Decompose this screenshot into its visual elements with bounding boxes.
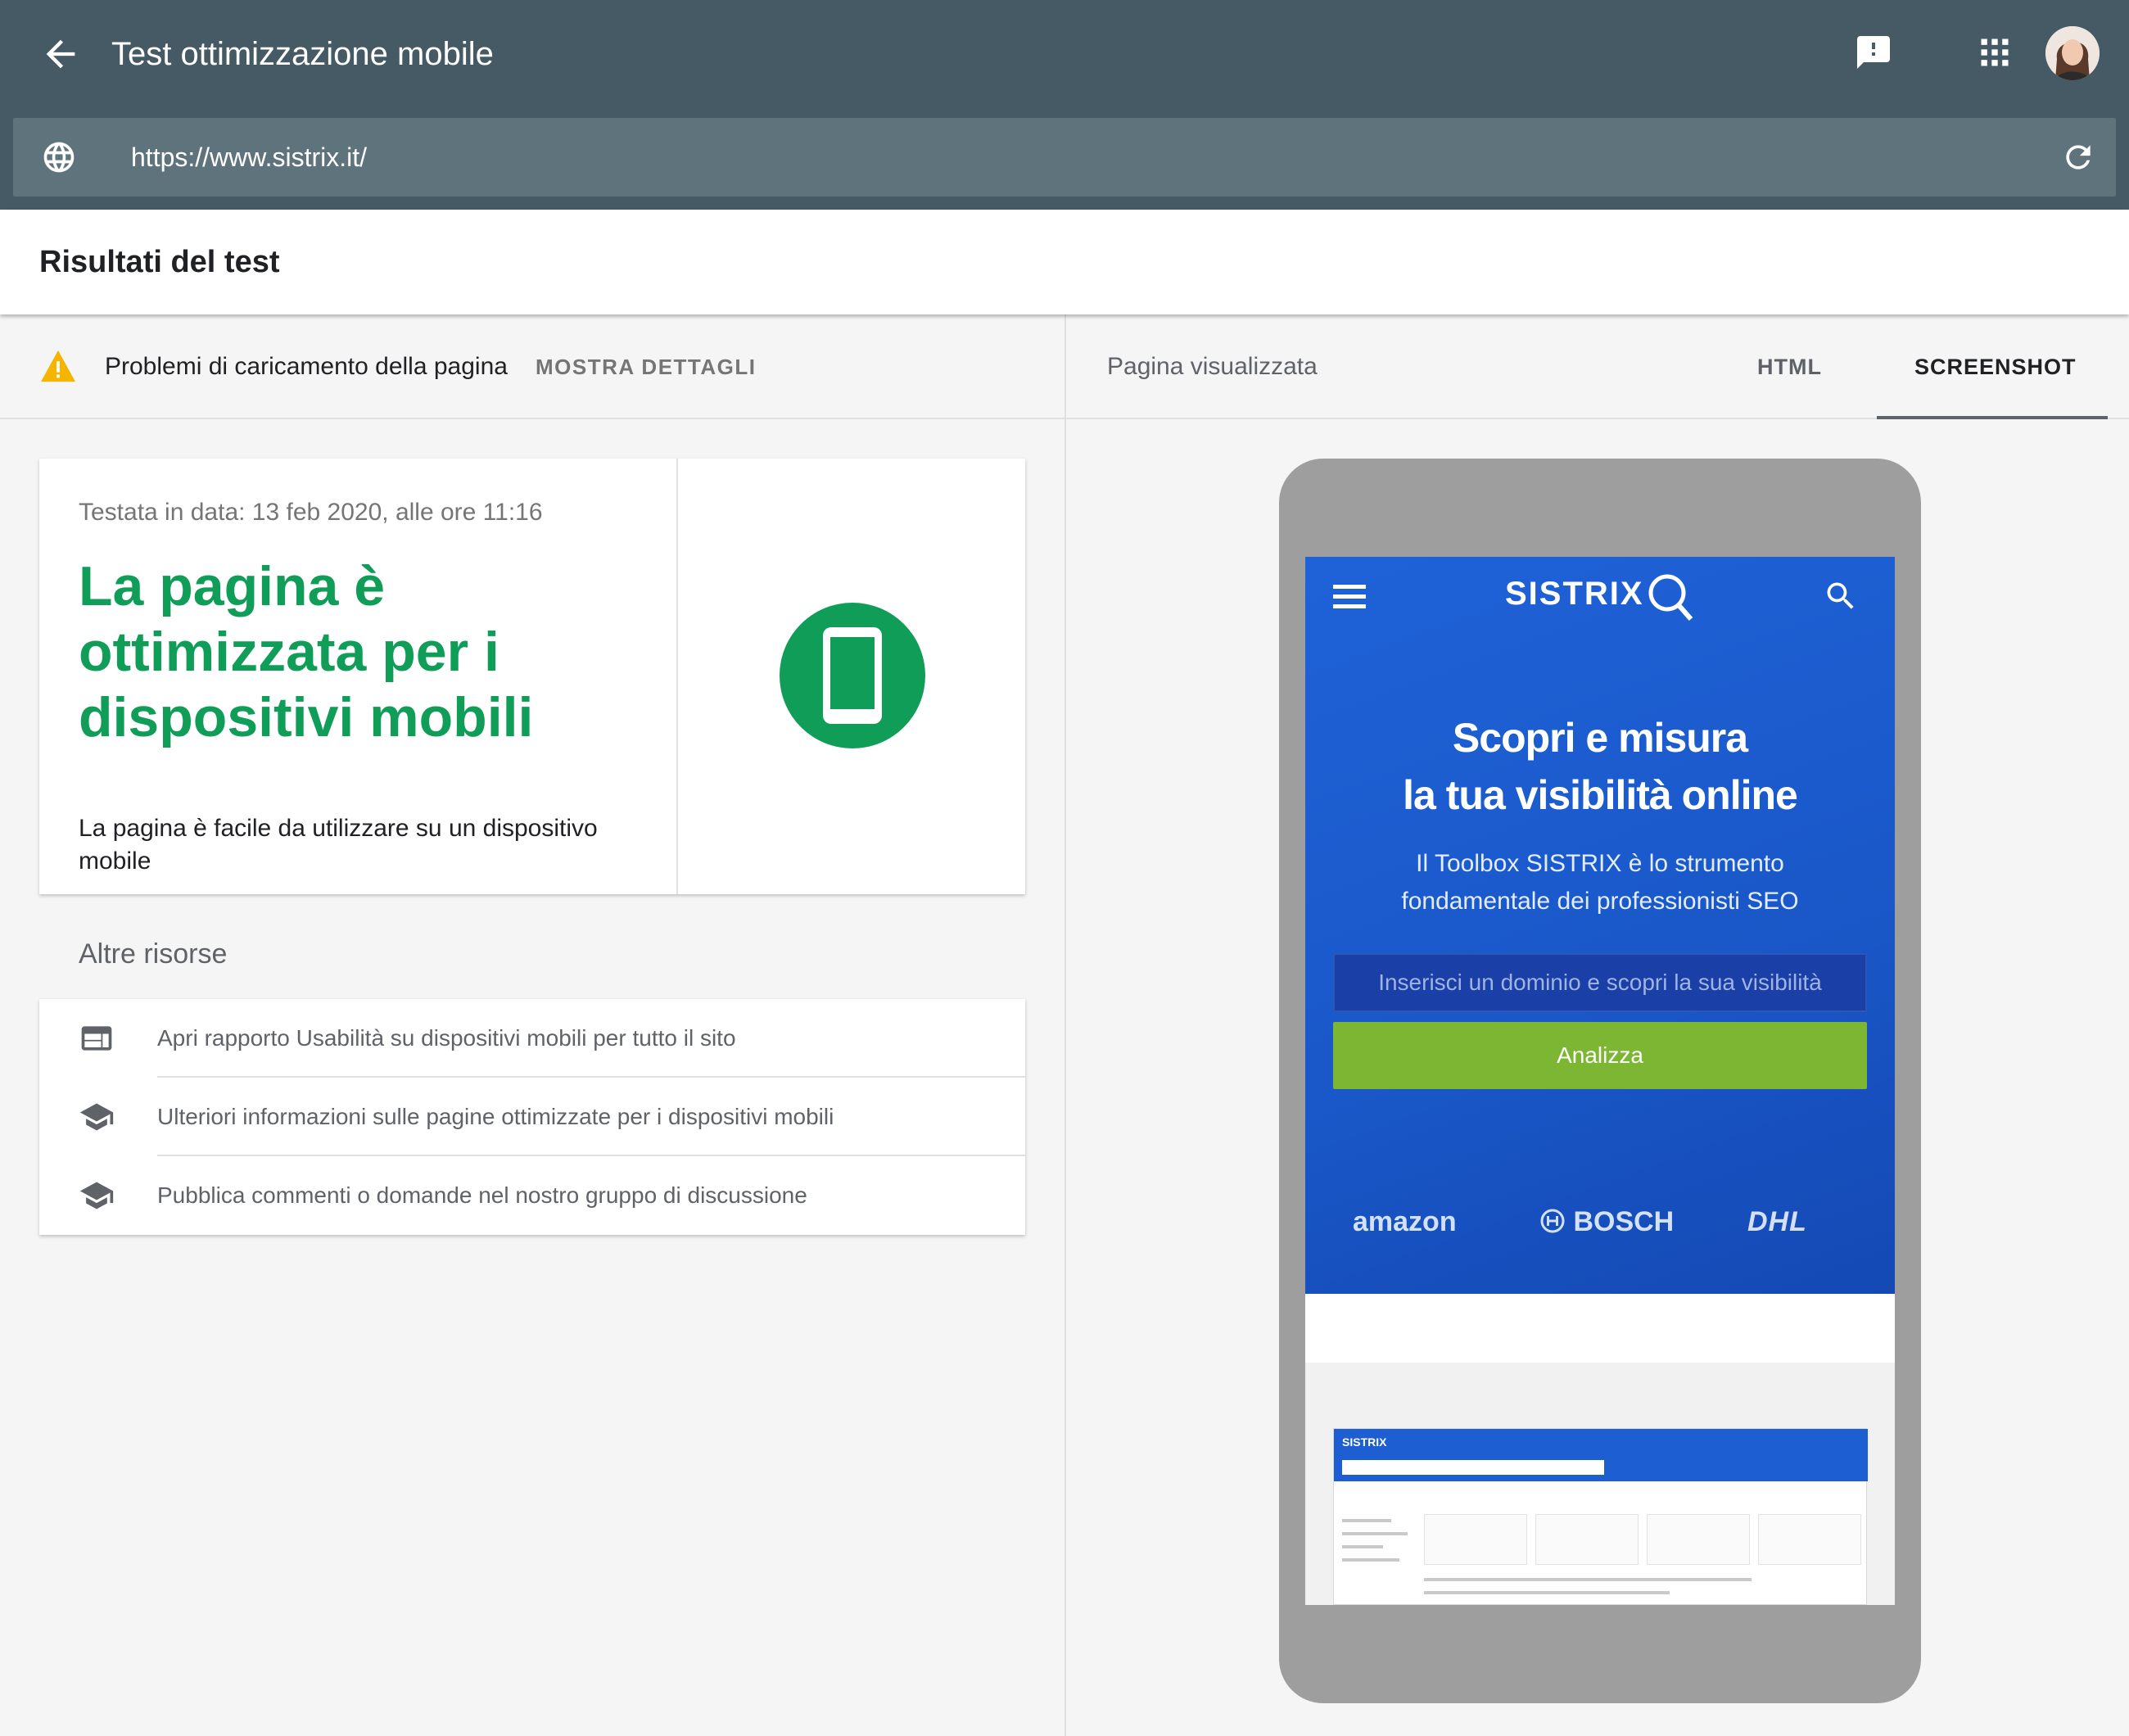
list-item-label[interactable]: Apri rapporto Usabilità su dispositivi m…	[157, 1020, 736, 1056]
left-panel: Problemi di caricamento della pagina MOS…	[0, 314, 1064, 1736]
toolbox-preview: SISTRIX	[1333, 1428, 1868, 1605]
amazon-logo: amazon	[1353, 1206, 1457, 1237]
hamburger-menu-icon	[1333, 585, 1366, 608]
list-item[interactable]: Apri rapporto Usabilità su dispositivi m…	[39, 999, 1025, 1078]
web-report-icon	[81, 1026, 112, 1051]
bosch-logo: BOSCH	[1539, 1205, 1674, 1238]
avatar[interactable]	[2045, 26, 2100, 80]
phone-screenshot: SISTRIX Scopri e misura la tua visibilit…	[1305, 557, 1895, 1605]
user-avatar-icon	[2045, 26, 2100, 80]
preview-search	[1342, 1460, 1604, 1475]
magnifier-logo-icon	[1648, 574, 1693, 621]
search-icon	[1827, 582, 1854, 609]
preview-widget	[1758, 1514, 1861, 1565]
url-input[interactable]: https://www.sistrix.it/	[131, 136, 367, 179]
hero-headline-line2: la tua visibilità online	[1403, 772, 1798, 818]
card-divider	[676, 459, 678, 894]
preview-widget	[1647, 1514, 1750, 1565]
arrow-back-icon[interactable]	[39, 33, 82, 75]
domain-input: Inserisci un dominio e scopri la sua vis…	[1333, 953, 1867, 1012]
preview-line	[1424, 1578, 1752, 1581]
reload-icon[interactable]	[2060, 139, 2096, 175]
results-title: Risultati del test	[39, 245, 280, 279]
results-header: Risultati del test	[0, 210, 2129, 314]
status-message: Problemi di caricamento della pagina	[105, 353, 508, 380]
analyze-button: Analizza	[1333, 1022, 1867, 1089]
smartphone-icon	[823, 627, 882, 724]
preview-line	[1342, 1558, 1399, 1562]
globe-icon	[43, 142, 75, 173]
list-item-label[interactable]: Ulteriori informazioni sulle pagine otti…	[157, 1099, 834, 1135]
other-resources-title: Altre risorse	[79, 938, 228, 970]
preview-line	[1342, 1545, 1383, 1548]
preview-line	[1424, 1591, 1670, 1594]
warning-icon	[41, 350, 75, 382]
resources-list: Apri rapporto Usabilità su dispositivi m…	[39, 999, 1025, 1235]
hero-section: SISTRIX Scopri e misura la tua visibilit…	[1305, 557, 1895, 1294]
hero-lead-line1: Il Toolbox SISTRIX è lo strumento	[1416, 850, 1784, 877]
bosch-logo-text: BOSCH	[1573, 1206, 1675, 1237]
preview-widget	[1424, 1514, 1527, 1565]
tab-html[interactable]: HTML	[1757, 349, 1822, 385]
school-icon	[79, 1103, 114, 1131]
phone-frame: SISTRIX Scopri e misura la tua visibilit…	[1279, 459, 1921, 1703]
list-item-label[interactable]: Pubblica commenti o domande nel nostro g…	[157, 1178, 807, 1214]
preview-widget	[1535, 1514, 1639, 1565]
hero-lead: Il Toolbox SISTRIX è lo strumento fondam…	[1305, 845, 1895, 920]
dhl-logo: DHL	[1747, 1206, 1807, 1237]
preview-line	[1342, 1532, 1408, 1535]
tab-screenshot[interactable]: SCREENSHOT	[1914, 349, 2077, 385]
list-item[interactable]: Ulteriori informazioni sulle pagine otti…	[39, 1078, 1025, 1156]
tab-indicator	[1877, 416, 2108, 419]
mobile-friendly-icon	[780, 603, 925, 748]
preview-line	[1342, 1519, 1391, 1522]
hero-headline: Scopri e misura la tua visibilità online	[1305, 709, 1895, 824]
preview-logo: SISTRIX	[1342, 1435, 1387, 1449]
page-title: Test ottimizzazione mobile	[111, 36, 494, 72]
app-bar: Test ottimizzazione mobile https://www.s…	[0, 0, 2129, 210]
status-bar: Problemi di caricamento della pagina MOS…	[0, 314, 1064, 419]
url-bar[interactable]: https://www.sistrix.it/	[13, 118, 2116, 197]
hero-headline-line1: Scopri e misura	[1452, 715, 1748, 761]
show-details-button[interactable]: MOSTRA DETTAGLI	[536, 349, 756, 385]
school-icon	[79, 1182, 114, 1209]
result-card: Testata in data: 13 feb 2020, alle ore 1…	[39, 459, 1025, 894]
test-date: Testata in data: 13 feb 2020, alle ore 1…	[79, 499, 543, 526]
right-panel: Pagina visualizzata HTML SCREENSHOT SIST…	[1064, 314, 2129, 1736]
result-description: La pagina è facile da utilizzare su un d…	[79, 815, 598, 875]
apps-grid-icon[interactable]	[1977, 34, 2013, 70]
list-item[interactable]: Pubblica commenti o domande nel nostro g…	[39, 1156, 1025, 1235]
sistrix-logo: SISTRIX	[1505, 576, 1644, 612]
rendered-page-label: Pagina visualizzata	[1107, 353, 1318, 380]
hero-lead-line2: fondamentale dei professionisti SEO	[1401, 888, 1799, 915]
tabs-bar: Pagina visualizzata HTML SCREENSHOT	[1066, 314, 2129, 419]
result-headline: La pagina è ottimizzata per i dispositiv…	[79, 555, 534, 748]
feedback-icon[interactable]	[1854, 33, 1893, 72]
bosch-emblem-icon	[1540, 1209, 1565, 1233]
